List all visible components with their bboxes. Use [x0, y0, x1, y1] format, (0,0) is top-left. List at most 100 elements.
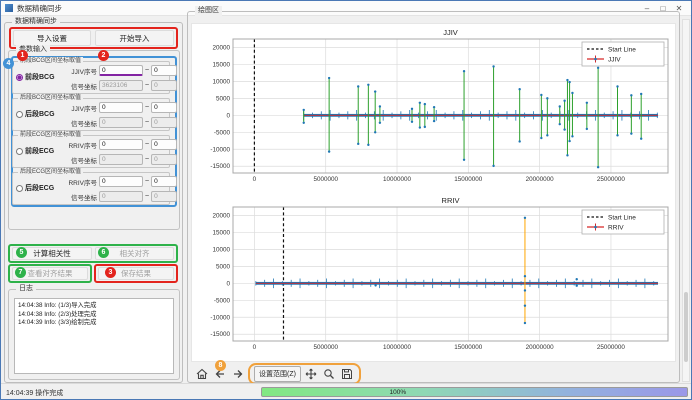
badge-7: 7 — [15, 267, 26, 278]
calc-correlation-label: 计算相关性 — [33, 248, 71, 259]
plot-area-title: 绘图区 — [195, 6, 222, 16]
signal-coord-to-input: 0 — [151, 80, 177, 91]
scrollbar-thumb[interactable] — [684, 292, 688, 362]
range-separator: ~ — [145, 104, 149, 111]
start-import-button[interactable]: 开始导入 — [95, 30, 174, 46]
svg-text:10000000: 10000000 — [383, 344, 412, 351]
svg-text:0: 0 — [253, 176, 257, 183]
svg-text:RRIV: RRIV — [442, 196, 460, 205]
log-group-title: 日志 — [16, 284, 36, 294]
radio-icon — [16, 111, 23, 118]
jjiv-serial-to-input[interactable]: 0 — [151, 102, 177, 113]
home-icon[interactable] — [194, 366, 209, 381]
badge-2: 2 — [98, 50, 109, 61]
svg-text:JJIV: JJIV — [443, 28, 458, 37]
app-window: 数据精确同步 – □ ✕ 数据精确同步 导入设置 开始导入 参数输入 前段BCG… — [0, 0, 692, 400]
svg-text:5000: 5000 — [216, 95, 231, 102]
log-group: 日志 14:04:38 Info: (1/3)导入完成 14:04:38 Inf… — [8, 289, 180, 380]
field-label: RRIV序号 — [65, 177, 97, 187]
zoom-icon[interactable] — [322, 366, 337, 381]
plot-area-group: 绘图区 20000150001000050000-5000-10000-1500… — [187, 11, 680, 383]
range-separator: ~ — [145, 178, 149, 185]
save-result-label: 保存结果 — [121, 268, 151, 279]
svg-text:15000: 15000 — [212, 61, 230, 68]
svg-text:0: 0 — [226, 280, 230, 287]
radio-label: 后段ECG — [25, 183, 54, 193]
rriv-serial-from-input[interactable]: 0 — [99, 176, 143, 187]
status-text: 14:04:39 操作完成 — [6, 388, 63, 398]
radio-rear-bcg[interactable]: 后段BCG — [16, 109, 55, 119]
params-group: 参数输入 前段BCG区间坐标取值 前段BCG JJIV序号 0 ~ 0 信号坐标… — [8, 50, 180, 230]
svg-text:0: 0 — [253, 344, 257, 351]
section-rear-ecg: 后段ECG区间坐标取值 后段ECG RRIV序号 0 ~ 0 信号坐标 0 ~ … — [12, 172, 170, 205]
radio-label: 前段ECG — [25, 146, 54, 156]
field-label: 信号坐标 — [65, 155, 97, 165]
svg-text:RRIV: RRIV — [608, 225, 624, 232]
svg-text:-10000: -10000 — [210, 314, 230, 321]
radio-front-ecg[interactable]: 前段ECG — [16, 146, 54, 156]
svg-text:-10000: -10000 — [210, 146, 230, 153]
save-icon[interactable] — [340, 366, 355, 381]
svg-text:10000: 10000 — [212, 78, 230, 85]
radio-front-bcg[interactable]: 前段BCG — [16, 72, 55, 82]
chart-rriv[interactable]: 20000150001000050000-5000-10000-15000050… — [191, 194, 676, 358]
field-label: JJIV序号 — [65, 66, 97, 76]
badge-4: 4 — [3, 58, 14, 69]
svg-text:5000000: 5000000 — [313, 176, 338, 183]
signal-coord-from-input: 3623106 — [99, 80, 143, 91]
svg-text:5000000: 5000000 — [313, 344, 338, 351]
svg-text:20000000: 20000000 — [526, 176, 555, 183]
svg-text:25000000: 25000000 — [597, 344, 626, 351]
set-range-button[interactable]: 设置范围(Z) — [254, 366, 301, 382]
radio-label: 前段BCG — [25, 72, 55, 82]
svg-text:Start Line: Start Line — [608, 47, 636, 54]
field-label: JJIV序号 — [65, 103, 97, 113]
field-label: 信号坐标 — [65, 118, 97, 128]
signal-coord-from-input: 0 — [99, 191, 143, 202]
field-label: 信号坐标 — [65, 81, 97, 91]
left-panel-title: 数据精确同步 — [12, 17, 60, 27]
svg-text:-15000: -15000 — [210, 163, 230, 170]
log-line: 14:04:38 Info: (2/3)处理完成 — [18, 311, 170, 320]
field-label: 信号坐标 — [65, 192, 97, 202]
section-front-bcg: 前段BCG区间坐标取值 前段BCG JJIV序号 0 ~ 0 信号坐标 3623… — [12, 61, 170, 94]
jjiv-serial-to-input[interactable]: 0 — [151, 65, 177, 76]
range-separator: ~ — [145, 119, 149, 126]
log-output: 14:04:38 Info: (1/3)导入完成 14:04:38 Info: … — [14, 298, 174, 374]
range-separator: ~ — [145, 156, 149, 163]
import-settings-button[interactable]: 导入设置 — [13, 30, 91, 46]
chart-jjiv[interactable]: 20000150001000050000-5000-10000-15000050… — [191, 26, 676, 190]
field-label: RRIV序号 — [65, 140, 97, 150]
range-separator: ~ — [145, 141, 149, 148]
svg-text:20000000: 20000000 — [526, 344, 555, 351]
svg-text:25000000: 25000000 — [597, 176, 626, 183]
svg-text:-15000: -15000 — [210, 331, 230, 338]
jjiv-serial-from-input[interactable]: 0 — [99, 65, 143, 76]
badge-6: 6 — [98, 247, 109, 258]
radio-icon — [16, 148, 23, 155]
radio-icon — [16, 74, 23, 81]
svg-text:15000: 15000 — [212, 229, 230, 236]
svg-text:15000000: 15000000 — [454, 176, 483, 183]
signal-coord-to-input: 0 — [151, 154, 177, 165]
section-rear-bcg: 后段BCG区间坐标取值 后段BCG JJIV序号 0 ~ 0 信号坐标 0 ~ … — [12, 98, 170, 131]
forward-icon[interactable] — [230, 366, 245, 381]
rriv-serial-to-input[interactable]: 0 — [151, 176, 177, 187]
badge-5: 5 — [16, 247, 27, 258]
range-separator: ~ — [145, 67, 149, 74]
signal-coord-from-input: 0 — [99, 117, 143, 128]
rriv-serial-to-input[interactable]: 0 — [151, 139, 177, 150]
app-icon — [5, 4, 13, 12]
svg-text:0: 0 — [226, 112, 230, 119]
progress-text: 100% — [390, 389, 407, 396]
jjiv-serial-from-input[interactable]: 0 — [99, 102, 143, 113]
section-front-ecg: 前段ECG区间坐标取值 前段ECG RRIV序号 0 ~ 0 信号坐标 0 ~ … — [12, 135, 170, 168]
badge-3: 3 — [105, 267, 116, 278]
vertical-scrollbar[interactable] — [682, 19, 690, 382]
import-settings-label: 导入设置 — [37, 33, 67, 44]
log-line: 14:04:39 Info: (3/3)绘制完成 — [18, 319, 170, 328]
rriv-serial-from-input[interactable]: 0 — [99, 139, 143, 150]
radio-rear-ecg[interactable]: 后段ECG — [16, 183, 54, 193]
svg-text:10000000: 10000000 — [383, 176, 412, 183]
pan-icon[interactable] — [304, 366, 319, 381]
